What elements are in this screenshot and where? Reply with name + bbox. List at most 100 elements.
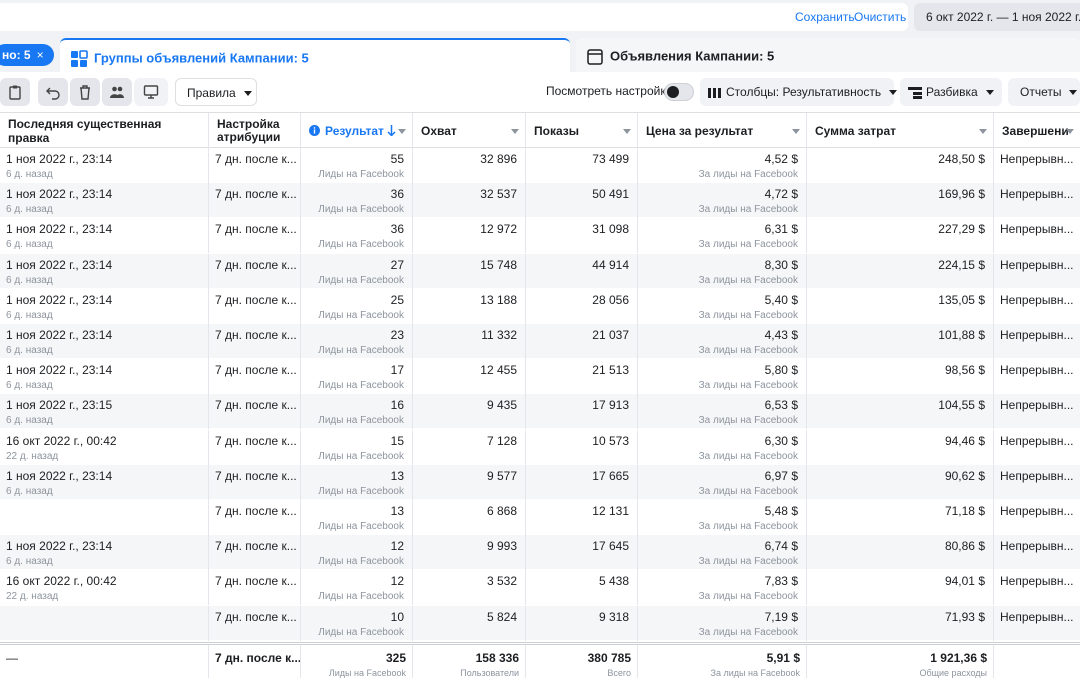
cell-results: 10 Лиды на Facebook — [301, 605, 413, 641]
col-end-label: Завершени — [1002, 123, 1069, 138]
toggle-knob — [667, 86, 679, 98]
cell-reach: 9 993 — [413, 535, 526, 571]
cell-last-edit: 1 ноя 2022 г., 23:14 6 д. назад — [0, 218, 209, 254]
cell-cost-per-result: 4,72 $ За лиды на Facebook — [638, 183, 807, 219]
table-row[interactable]: 1 ноя 2022 г., 23:14 6 д. назад 7 дн. посл… — [0, 218, 1080, 254]
cell-reach: 7 128 — [413, 429, 526, 465]
ad-window-icon — [587, 49, 603, 65]
cell-last-edit: 1 ноя 2022 г., 23:15 6 д. назад — [0, 394, 209, 430]
breakdown-icon — [908, 86, 922, 99]
cell-end: Непрерывн... — [1000, 222, 1074, 237]
table-row[interactable]: 1 ноя 2022 г., 23:14 6 д. назад 7 дн. посл… — [0, 535, 1080, 571]
cell-cost-per-result: 5,40 $ За лиды на Facebook — [638, 288, 807, 324]
cell-spend: 90,62 $ — [807, 464, 994, 500]
cell-impressions: 21 037 — [526, 324, 638, 359]
search-area — [0, 3, 908, 31]
save-link[interactable]: Сохранить — [795, 10, 855, 24]
table-row[interactable]: 1 ноя 2022 г., 23:14 6 д. назад 7 дн. посл… — [0, 288, 1080, 324]
cell-cost-per-result: 7,19 $ За лиды на Facebook — [638, 605, 807, 641]
chevron-down-icon[interactable] — [398, 129, 406, 134]
cell-end: Непрерывн... — [1000, 574, 1074, 589]
cell-results: 15 Лиды на Facebook — [301, 429, 413, 465]
col-last-edit[interactable]: Последняя существенная правка — [0, 113, 209, 148]
total-end — [994, 645, 1080, 678]
tab-ads[interactable]: Объявления Кампании: 5 — [576, 38, 1080, 72]
chevron-down-icon[interactable] — [623, 129, 631, 134]
col-cost-per-result[interactable]: Цена за результат — [638, 113, 807, 148]
cell-reach: 32 537 — [413, 183, 526, 219]
cell-end: Непрерывн... — [1000, 152, 1074, 166]
table-row[interactable]: 1 ноя 2022 г., 23:14 6 д. назад 7 дн. посл… — [0, 148, 1080, 183]
table-row[interactable]: 1 ноя 2022 г., 23:14 6 д. назад 7 дн. посл… — [0, 253, 1080, 289]
tab-bar: но: 5 × Группы объявлений Кампании: 5 Объ… — [0, 36, 1080, 72]
filter-chip-label: но: 5 — [2, 48, 31, 62]
cell-impressions: 17 665 — [526, 464, 638, 500]
table-row[interactable]: 1 ноя 2022 г., 23:14 6 д. назад 7 дн. посл… — [0, 359, 1080, 395]
chevron-down-icon[interactable] — [511, 129, 519, 134]
view-settings-toggle[interactable] — [664, 83, 694, 101]
delete-button[interactable] — [70, 78, 100, 106]
cell-attribution: 7 дн. после к... — [209, 605, 301, 641]
cell-results: 13 Лиды на Facebook — [301, 464, 413, 500]
cell-last-edit: 16 окт 2022 г., 00:42 22 д. назад — [0, 429, 209, 465]
cell-end: Непрерывн... — [1000, 433, 1074, 448]
cell-end: Непрерывн... — [1000, 363, 1074, 378]
table-row[interactable]: 1 ноя 2022 г., 23:15 6 д. назад 7 дн. посл… — [0, 394, 1080, 430]
chevron-down-icon[interactable] — [1066, 129, 1074, 134]
undo-button[interactable] — [38, 78, 68, 106]
columns-dropdown[interactable]: Столбцы: Результативность — [700, 78, 898, 106]
chevron-down-icon[interactable] — [979, 129, 987, 134]
cell-impressions: 5 438 — [526, 570, 638, 606]
col-attribution[interactable]: Настройка атрибуции — [209, 113, 301, 148]
clear-link[interactable]: Очистить — [854, 10, 906, 24]
cell-results: 16 Лиды на Facebook — [301, 394, 413, 430]
cell-reach: 5 824 — [413, 605, 526, 641]
reports-label: Отчеты — [1020, 85, 1062, 99]
cell-spend: 169,96 $ — [807, 183, 994, 219]
cell-end: Непрерывн... — [1000, 292, 1074, 307]
preview-button[interactable] — [134, 78, 168, 106]
total-spend: 1 921,36 $ Общие расходы — [807, 645, 994, 678]
col-reach[interactable]: Охват — [413, 113, 526, 148]
col-impressions[interactable]: Показы — [526, 113, 638, 148]
audience-button[interactable] — [102, 78, 132, 106]
reports-dropdown[interactable]: Отчеты — [1008, 78, 1080, 106]
duplicate-button[interactable] — [0, 78, 30, 106]
tab-adsets[interactable]: Группы объявлений Кампании: 5 — [60, 38, 570, 72]
cell-impressions: 21 513 — [526, 359, 638, 395]
cell-impressions: 17 913 — [526, 394, 638, 430]
close-icon[interactable]: × — [37, 48, 44, 62]
adsets-grid-icon — [71, 50, 88, 67]
chevron-down-icon[interactable] — [792, 129, 800, 134]
col-end[interactable]: Завершени — [994, 113, 1080, 148]
chevron-down-icon — [985, 90, 994, 96]
cell-end: Непрерывн... — [1000, 539, 1074, 554]
col-spend[interactable]: Сумма затрат — [807, 113, 994, 148]
col-last-edit-label: Последняя существенная правка — [8, 116, 162, 145]
table-row[interactable]: 16 окт 2022 г., 00:42 22 д. назад 7 дн. по… — [0, 429, 1080, 465]
columns-label: Столбцы: Результативность — [726, 85, 882, 99]
total-reach: 158 336 Пользователи — [413, 645, 526, 678]
col-results[interactable]: Результат — [301, 113, 413, 148]
date-range-picker[interactable]: 6 окт 2022 г. — 1 ноя 2022 г. — [914, 3, 1080, 31]
breakdown-dropdown[interactable]: Разбивка — [900, 78, 1002, 106]
col-results-label: Результат — [325, 123, 384, 138]
table-row[interactable]: 16 окт 2022 г., 00:42 22 д. назад 7 дн. по… — [0, 570, 1080, 606]
cell-cost-per-result: 5,80 $ За лиды на Facebook — [638, 359, 807, 395]
cell-end: Непрерывн... — [1000, 257, 1074, 272]
table-row[interactable]: 1 ноя 2022 г., 23:14 6 д. назад 7 дн. посл… — [0, 183, 1080, 219]
table-row[interactable]: 1 ноя 2022 г., 23:14 6 д. назад 7 дн. посл… — [0, 464, 1080, 500]
cell-cost-per-result: 4,43 $ За лиды на Facebook — [638, 324, 807, 359]
chevron-down-icon — [889, 90, 898, 96]
cell-last-edit — [0, 500, 209, 535]
col-reach-label: Охват — [421, 123, 457, 138]
table-row[interactable]: 1 ноя 2022 г., 23:14 6 д. назад 7 дн. посл… — [0, 324, 1080, 359]
table-row[interactable]: 7 дн. после к... 13 Лиды на Facebook 6 868 1… — [0, 500, 1080, 535]
cell-spend: 227,29 $ — [807, 218, 994, 254]
rules-dropdown[interactable]: Правила — [175, 78, 257, 106]
cell-cost-per-result: 7,83 $ За лиды на Facebook — [638, 570, 807, 606]
cell-attribution: 7 дн. после к... — [209, 253, 301, 289]
cell-end: Непрерывн... — [1000, 328, 1074, 342]
filter-chip[interactable]: но: 5 × — [0, 44, 54, 66]
table-row[interactable]: 7 дн. после к... 10 Лиды на Facebook 5 824 9… — [0, 605, 1080, 641]
